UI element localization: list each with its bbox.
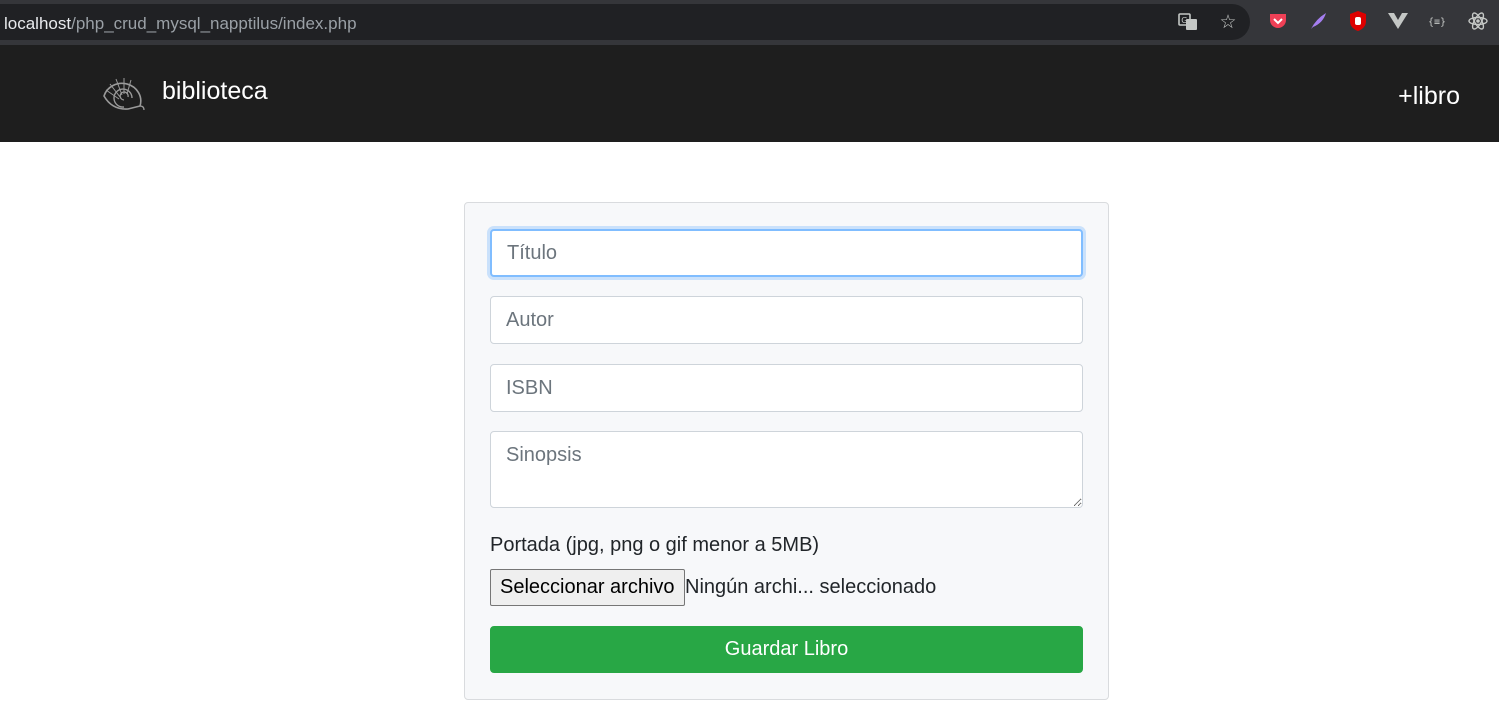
- json-extension-icon[interactable]: {≡}: [1427, 10, 1449, 32]
- save-book-button[interactable]: Guardar Libro: [490, 626, 1083, 673]
- url-text[interactable]: localhost/php_crud_mysql_napptilus/index…: [4, 14, 357, 34]
- file-status-text: Ningún archi... seleccionado: [685, 576, 937, 598]
- author-input[interactable]: [490, 296, 1083, 344]
- choose-file-button[interactable]: Seleccionar archivo: [490, 569, 685, 606]
- brand-title[interactable]: biblioteca: [162, 77, 268, 106]
- pocket-extension-icon[interactable]: [1267, 10, 1289, 32]
- react-devtools-icon[interactable]: [1467, 10, 1489, 32]
- bookmark-star-icon[interactable]: ☆: [1217, 12, 1239, 34]
- ublock-extension-icon[interactable]: [1347, 10, 1369, 32]
- nautilus-logo-icon[interactable]: [100, 76, 146, 112]
- add-book-link[interactable]: +libro: [1398, 82, 1460, 111]
- feather-extension-icon[interactable]: [1307, 10, 1329, 32]
- book-form-card: Portada (jpg, png o gif menor a 5MB) Sel…: [464, 202, 1109, 700]
- translate-icon[interactable]: G: [1177, 12, 1199, 34]
- title-input[interactable]: [490, 229, 1083, 277]
- browser-toolbar: localhost/php_crud_mysql_napptilus/index…: [0, 0, 1499, 45]
- url-host: localhost: [4, 14, 72, 33]
- vue-devtools-icon[interactable]: [1387, 10, 1409, 32]
- svg-text:{≡}: {≡}: [1428, 17, 1446, 28]
- synopsis-textarea[interactable]: [490, 431, 1083, 508]
- address-bar[interactable]: localhost/php_crud_mysql_napptilus/index…: [0, 4, 1250, 40]
- url-path: /php_crud_mysql_napptilus/index.php: [71, 14, 357, 33]
- navbar: biblioteca +libro: [0, 45, 1499, 142]
- svg-text:G: G: [1181, 16, 1187, 25]
- isbn-input[interactable]: [490, 364, 1083, 412]
- cover-label: Portada (jpg, png o gif menor a 5MB): [490, 534, 820, 556]
